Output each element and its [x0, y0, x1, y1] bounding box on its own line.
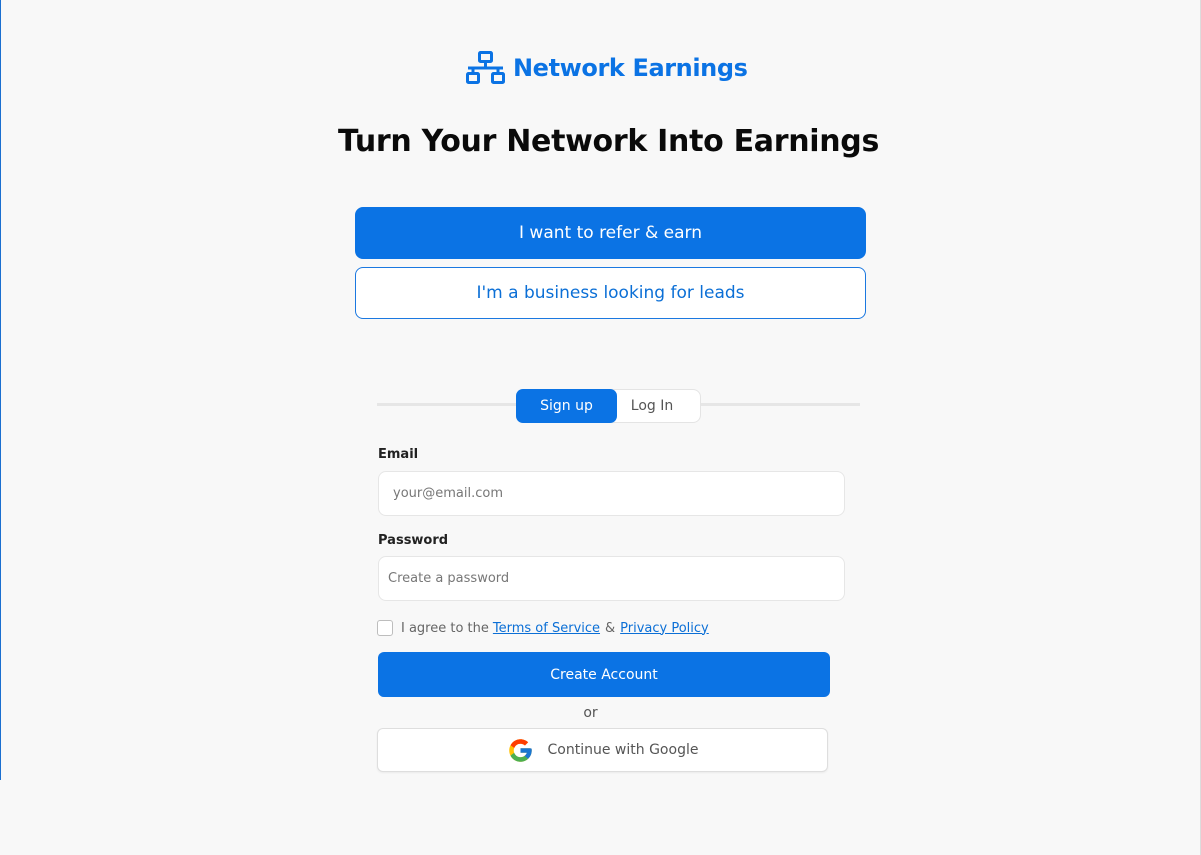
terms-link[interactable]: Terms of Service: [493, 621, 600, 636]
google-signin-button[interactable]: Continue with Google: [377, 728, 828, 772]
auth-tabs: Sign up Log In: [516, 389, 701, 423]
refer-earn-button[interactable]: I want to refer & earn: [355, 207, 866, 259]
ampersand: &: [605, 620, 616, 636]
terms-agreement: I agree to the Terms of Service & Privac…: [377, 619, 709, 637]
password-field[interactable]: [378, 556, 845, 601]
agree-text: I agree to the: [401, 620, 489, 636]
window-edge: [0, 0, 1, 780]
google-button-label: Continue with Google: [547, 742, 699, 758]
divider-right: [700, 403, 860, 406]
or-separator: or: [583, 705, 598, 721]
email-label: Email: [378, 447, 419, 462]
email-field[interactable]: [378, 471, 845, 516]
business-leads-button[interactable]: I'm a business looking for leads: [355, 267, 866, 319]
create-account-button[interactable]: Create Account: [378, 652, 830, 697]
tab-login[interactable]: Log In: [617, 390, 687, 422]
brand-logo[interactable]: Network Earnings: [465, 50, 748, 86]
page-title: Turn Your Network Into Earnings: [337, 124, 880, 159]
divider-left: [377, 403, 518, 406]
tab-signup[interactable]: Sign up: [516, 389, 617, 423]
brand-name: Network Earnings: [513, 54, 748, 82]
network-icon: [465, 50, 507, 86]
google-icon: [507, 737, 534, 764]
terms-checkbox[interactable]: [377, 620, 393, 636]
password-label: Password: [378, 533, 449, 548]
privacy-link[interactable]: Privacy Policy: [620, 621, 709, 636]
